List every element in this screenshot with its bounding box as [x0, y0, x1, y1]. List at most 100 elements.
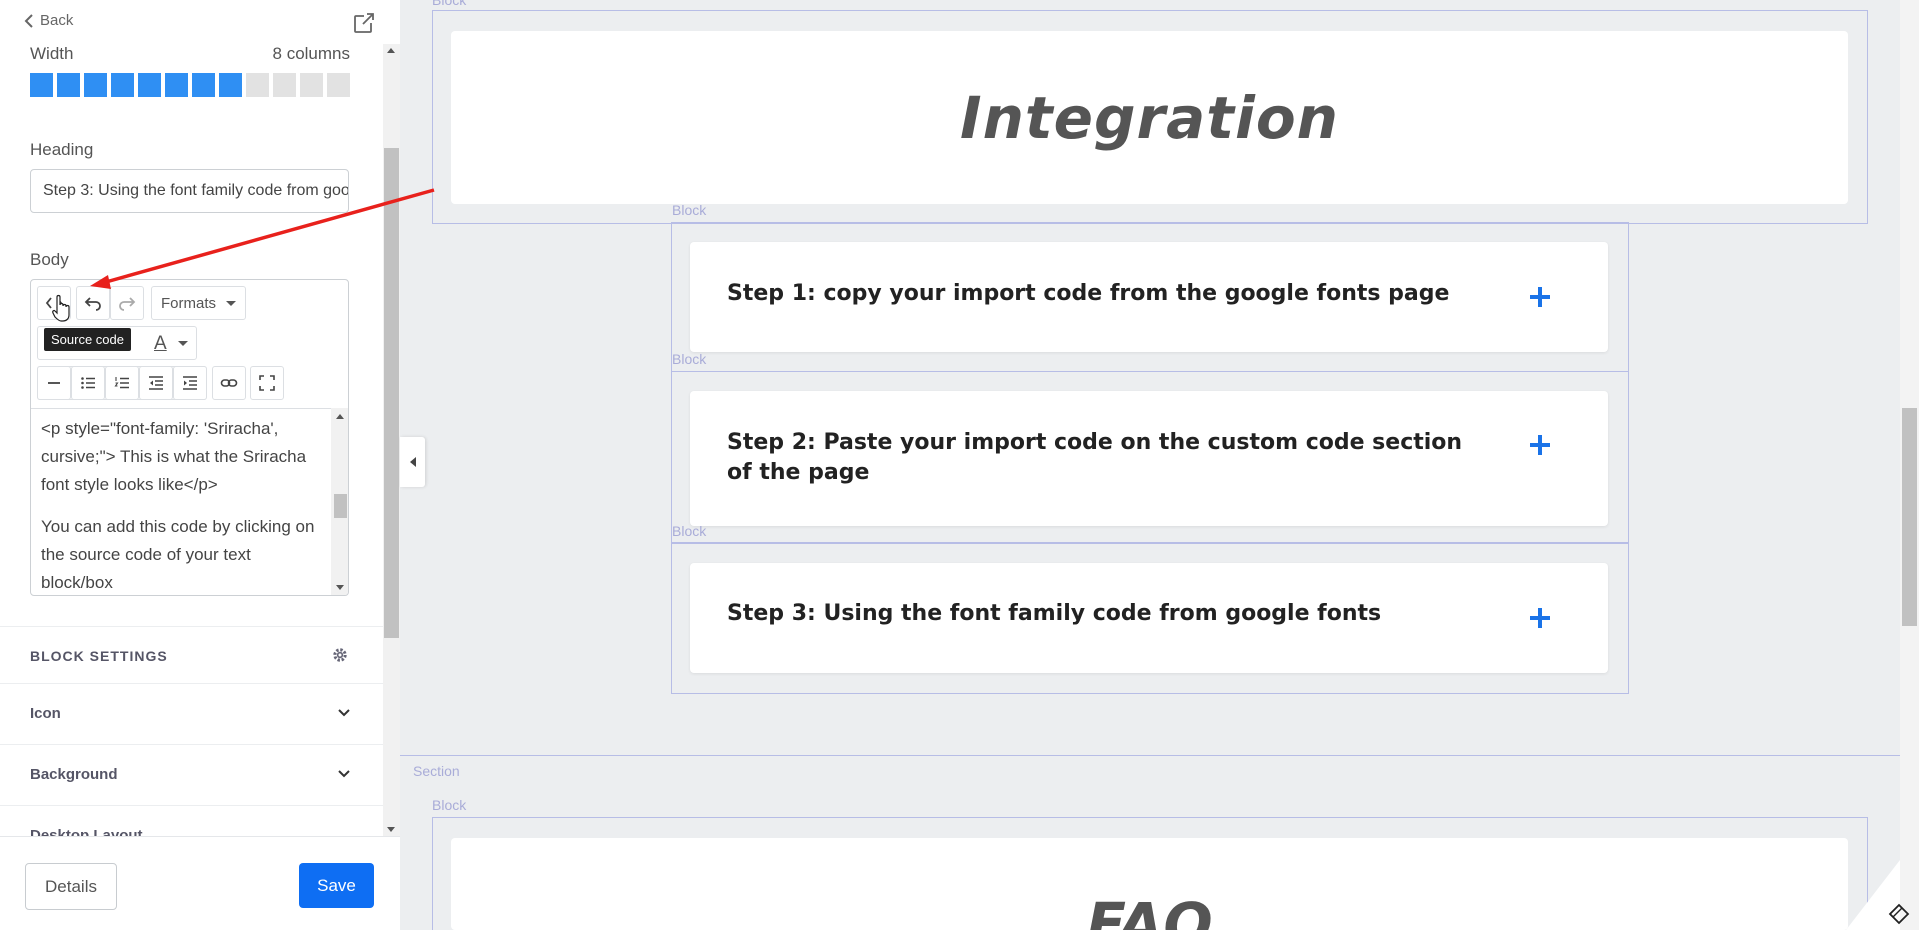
width-row: Width 8 columns: [30, 44, 350, 64]
column-cell[interactable]: [219, 73, 242, 97]
faq-heading: FAQ: [1086, 890, 1213, 930]
formats-label: Formats: [160, 294, 216, 312]
faq-block-card[interactable]: FAQ: [451, 838, 1848, 930]
scroll-up-icon[interactable]: [387, 48, 395, 53]
hr-button[interactable]: [37, 366, 71, 400]
rich-text-editor: Formats A Source code <p style="font-fam…: [30, 279, 349, 596]
details-button[interactable]: Details: [25, 863, 117, 910]
formats-dropdown[interactable]: Formats: [151, 286, 246, 320]
diamond-icon[interactable]: [1888, 903, 1910, 925]
back-button[interactable]: Back: [24, 12, 73, 29]
column-selector[interactable]: [30, 73, 350, 97]
collapse-panel-button[interactable]: [400, 437, 425, 487]
horizontal-rule-icon: [48, 382, 60, 384]
scroll-down-icon[interactable]: [336, 585, 344, 590]
caret-down-icon: [226, 300, 236, 306]
page-scrollbar[interactable]: [1900, 0, 1919, 930]
chevron-left-icon: [24, 13, 33, 28]
step-title: Step 1: copy your import code from the g…: [727, 281, 1450, 306]
editor-paragraph: <p style="font-family: 'Sriracha', cursi…: [41, 419, 307, 494]
integration-heading: Integration: [960, 83, 1339, 152]
column-cell[interactable]: [30, 73, 53, 97]
block-label: Block: [672, 202, 707, 218]
indent-button[interactable]: [173, 366, 207, 400]
back-label: Back: [40, 12, 74, 29]
plus-icon[interactable]: [1528, 433, 1552, 457]
bullet-list-button[interactable]: [71, 366, 105, 400]
block-label: Block: [672, 523, 707, 539]
source-code-tooltip: Source code: [44, 328, 131, 351]
numbered-list-button[interactable]: [105, 366, 139, 400]
step-title: Step 2: Paste your import code on the cu…: [727, 430, 1463, 485]
column-cell[interactable]: [57, 73, 80, 97]
plus-icon[interactable]: [1528, 285, 1552, 309]
block-label: Block: [432, 0, 467, 8]
scroll-up-icon[interactable]: [336, 414, 344, 419]
section-divider: [400, 755, 1900, 756]
heading-label: Heading: [30, 140, 94, 159]
outdent-icon: [149, 376, 163, 390]
accordion-background[interactable]: Background: [0, 745, 383, 806]
column-cell[interactable]: [138, 73, 161, 97]
fullscreen-icon: [259, 375, 275, 391]
panel-header: Back: [0, 0, 400, 44]
accordion-step-3[interactable]: Step 3: Using the font family code from …: [690, 563, 1608, 673]
body-label: Body: [30, 250, 69, 269]
editor-paragraph: You can add this code by clicking on the…: [41, 517, 315, 592]
undo-icon: [84, 297, 101, 311]
link-icon: [220, 379, 238, 387]
accordion-icon[interactable]: Icon: [0, 684, 383, 745]
numbered-list-icon: [114, 377, 129, 389]
width-label: Width: [30, 44, 74, 63]
accordion-label: Desktop Layout: [30, 827, 143, 836]
page-scroll-thumb[interactable]: [1902, 408, 1917, 626]
chevron-down-icon: [338, 709, 350, 717]
block-label: Block: [432, 797, 467, 813]
save-button[interactable]: Save: [299, 863, 374, 908]
fullscreen-button[interactable]: [250, 366, 284, 400]
accordion-step-2[interactable]: Step 2: Paste your import code on the cu…: [690, 391, 1608, 526]
panel-scroll-thumb[interactable]: [384, 148, 399, 638]
chevron-down-icon: [338, 770, 350, 778]
text-color-caret-icon[interactable]: [178, 341, 188, 346]
editor-scroll-thumb[interactable]: [334, 494, 347, 518]
column-cell[interactable]: [111, 73, 134, 97]
accordion-step-1[interactable]: Step 1: copy your import code from the g…: [690, 242, 1608, 352]
undo-button[interactable]: [76, 286, 110, 320]
plus-icon[interactable]: [1528, 606, 1552, 630]
column-cell[interactable]: [300, 73, 323, 97]
column-cell[interactable]: [84, 73, 107, 97]
heading-input[interactable]: Step 3: Using the font family code from …: [30, 169, 349, 213]
section-label: Section: [413, 763, 460, 779]
editor-content[interactable]: <p style="font-family: 'Sriracha', cursi…: [31, 408, 331, 595]
redo-button[interactable]: [110, 286, 144, 320]
column-cell[interactable]: [246, 73, 269, 97]
external-link-icon[interactable]: [353, 12, 375, 34]
editor-scrollbar[interactable]: [331, 408, 348, 595]
panel-scrollbar[interactable]: [383, 44, 400, 836]
code-icon: [45, 297, 63, 309]
outdent-button[interactable]: [139, 366, 173, 400]
accordion-desktop-layout[interactable]: Desktop Layout: [0, 806, 383, 836]
redo-icon: [119, 297, 136, 311]
link-button[interactable]: [212, 366, 246, 400]
column-cell[interactable]: [192, 73, 215, 97]
block-settings-title: BLOCK SETTINGS: [30, 648, 168, 664]
source-code-button[interactable]: [37, 286, 71, 320]
block-label: Block: [672, 351, 707, 367]
accordion-label: Background: [30, 766, 118, 783]
bullet-list-icon: [81, 377, 95, 389]
column-cell[interactable]: [327, 73, 350, 97]
width-value: 8 columns: [272, 44, 350, 63]
caret-left-icon: [409, 457, 416, 467]
scroll-down-icon[interactable]: [387, 827, 395, 832]
panel-scroll-content: Width 8 columns Heading Step 3: Using th…: [0, 44, 383, 836]
text-color-button[interactable]: A: [154, 333, 167, 355]
indent-icon: [183, 376, 197, 390]
block-settings-header: BLOCK SETTINGS: [0, 626, 383, 684]
gear-icon[interactable]: [331, 646, 349, 664]
column-cell[interactable]: [165, 73, 188, 97]
edit-panel: Back Width 8 columns Heading Step 3: Usi…: [0, 0, 400, 930]
accordion-label: Icon: [30, 705, 61, 722]
column-cell[interactable]: [273, 73, 296, 97]
